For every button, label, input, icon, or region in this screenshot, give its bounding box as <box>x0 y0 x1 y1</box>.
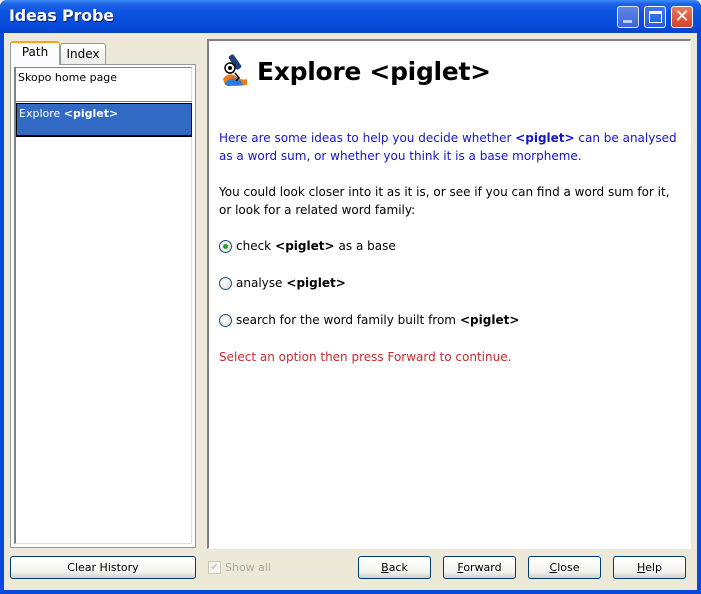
tab-index-label: Index <box>66 47 100 61</box>
history-list[interactable]: Skopo home page Explore <piglet> <box>14 67 192 544</box>
maximize-icon <box>649 11 662 23</box>
list-item-word: <piglet> <box>63 107 119 120</box>
back-button[interactable]: Back <box>358 556 431 579</box>
show-all-label: Show all <box>225 561 272 574</box>
option-text: as a base <box>338 239 396 253</box>
tab-path-label: Path <box>21 45 49 59</box>
button-label: lose <box>557 561 580 574</box>
option-word: <piglet> <box>286 276 346 290</box>
content-pane: Explore <piglet> Here are some ideas to … <box>207 39 691 549</box>
forward-button[interactable]: Forward <box>443 556 516 579</box>
option-text: search for the word family built from <box>236 313 456 327</box>
button-label: orward <box>463 561 502 574</box>
page-heading: Explore <piglet> <box>219 53 491 89</box>
clear-history-button[interactable]: Clear History <box>10 556 196 579</box>
minimize-button[interactable] <box>617 6 639 28</box>
mnemonic: B <box>381 561 389 574</box>
instruction-notice: Select an option then press Forward to c… <box>219 350 512 364</box>
option-text: analyse <box>236 276 283 290</box>
option-check-as-base[interactable]: check <piglet> as a base <box>219 239 396 253</box>
maximize-button[interactable] <box>644 6 666 28</box>
intro-text: Here are some ideas to help you decide w… <box>219 129 679 165</box>
list-item-label: Skopo home page <box>18 71 118 84</box>
minimize-icon <box>623 20 632 23</box>
close-button[interactable]: Close <box>528 556 601 579</box>
path-tab-panel: Skopo home page Explore <piglet> <box>10 64 196 548</box>
option-word: <piglet> <box>275 239 335 253</box>
intro-word: <piglet> <box>515 131 575 145</box>
help-button[interactable]: Help <box>613 556 686 579</box>
show-all-checkbox[interactable]: ✔ Show all <box>208 561 271 574</box>
checkmark-icon: ✔ <box>208 561 221 574</box>
list-item-label-prefix: Explore <box>19 107 64 120</box>
tab-path[interactable]: Path <box>10 41 60 65</box>
client-area: Index Path Skopo home page Explore <pigl… <box>4 33 697 590</box>
list-item-selected[interactable]: Explore <piglet> <box>16 103 192 137</box>
button-label: ack <box>388 561 408 574</box>
intro-before: Here are some ideas to help you decide w… <box>219 131 516 145</box>
tab-index[interactable]: Index <box>60 43 106 65</box>
radio-icon[interactable] <box>219 313 232 327</box>
window-title: Ideas Probe <box>9 6 114 25</box>
page-title: Explore <piglet> <box>257 56 491 86</box>
list-item[interactable]: Skopo home page <box>16 68 192 102</box>
option-analyse[interactable]: analyse <piglet> <box>219 276 346 290</box>
button-label: elp <box>645 561 663 574</box>
radio-icon[interactable] <box>219 276 232 290</box>
skopo-mascot-icon <box>223 54 247 86</box>
radio-selected-icon[interactable] <box>219 239 232 253</box>
close-icon: ✕ <box>674 6 690 27</box>
close-window-button[interactable]: ✕ <box>671 6 693 28</box>
guidance-text: You could look closer into it as it is, … <box>219 185 670 217</box>
option-word: <piglet> <box>460 313 520 327</box>
title-bar[interactable]: Ideas Probe ✕ <box>0 0 701 33</box>
ideas-probe-window: Ideas Probe ✕ Index Path Skopo home page… <box>0 0 701 594</box>
option-text: check <box>236 239 272 253</box>
mnemonic: H <box>636 561 646 574</box>
option-search-word-family[interactable]: search for the word family built from <p… <box>219 313 519 327</box>
